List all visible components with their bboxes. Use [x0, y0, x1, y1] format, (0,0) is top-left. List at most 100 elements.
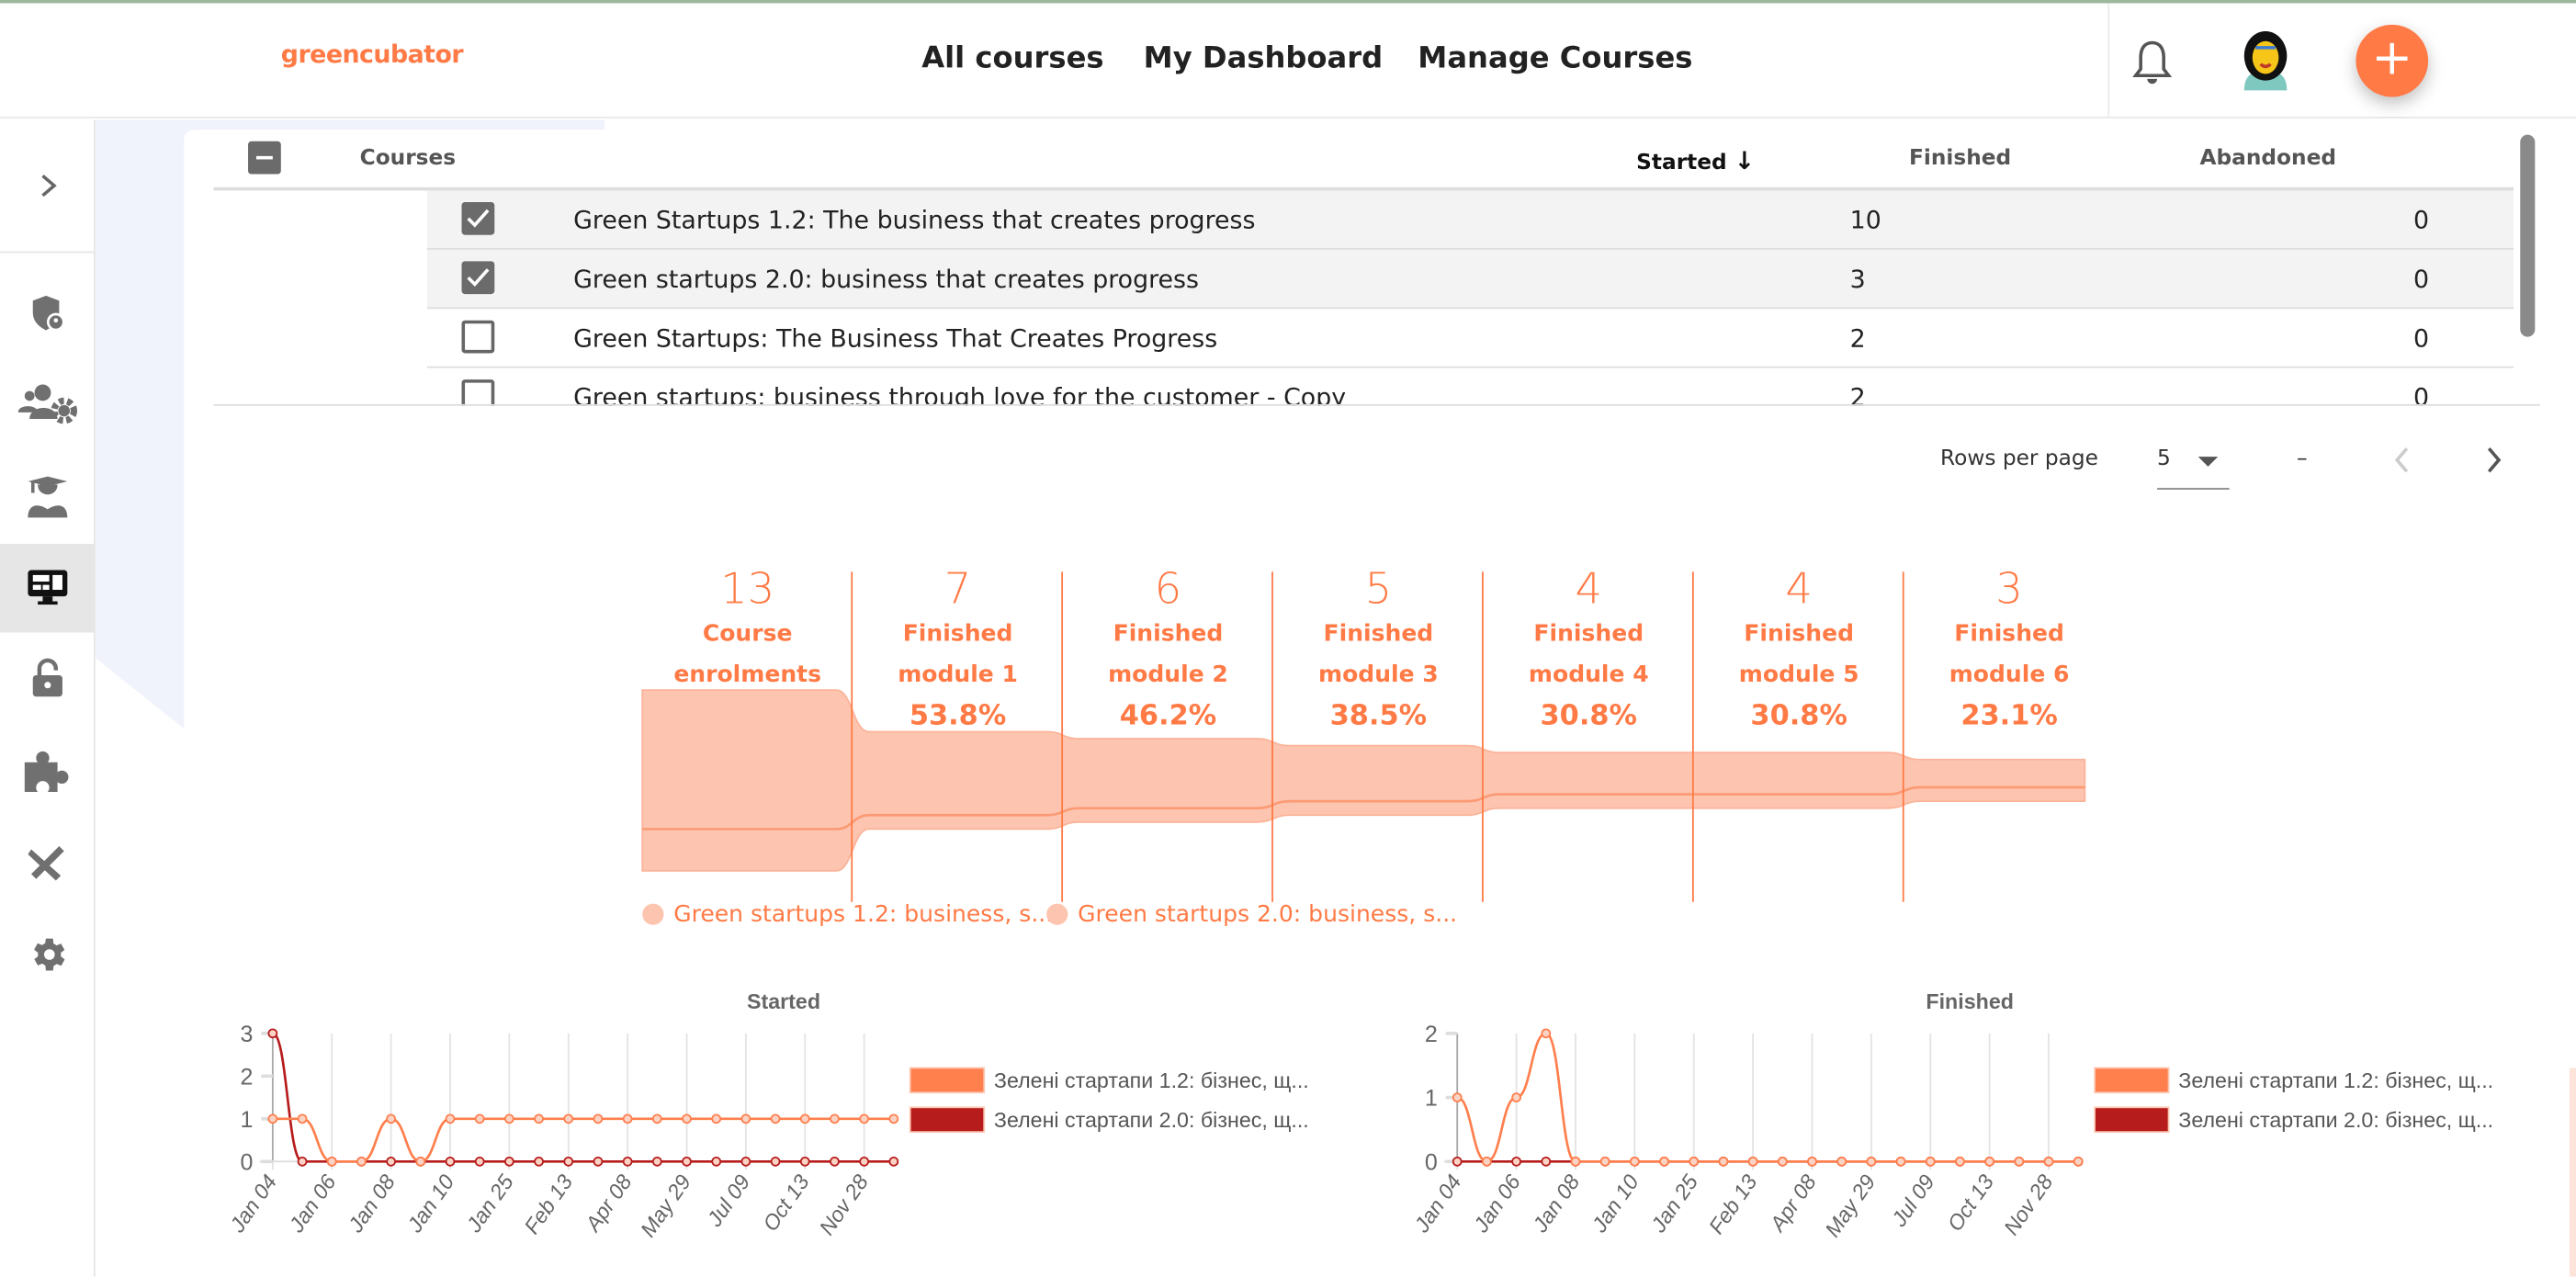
- data-point[interactable]: [1689, 1156, 1700, 1167]
- data-point[interactable]: [267, 1113, 278, 1124]
- series-line-2[interactable]: [272, 1032, 894, 1163]
- legend-swatch[interactable]: [909, 1106, 986, 1134]
- data-point[interactable]: [622, 1113, 633, 1124]
- data-point[interactable]: [563, 1156, 574, 1167]
- legend-label[interactable]: Зелені стартапи 1.2: бізнес, щ...: [2178, 1068, 2493, 1092]
- stage-divider: [1902, 571, 1904, 902]
- legend-label: Green startups 2.0: business, s...: [1078, 901, 1458, 929]
- data-point[interactable]: [1541, 1156, 1552, 1167]
- data-point[interactable]: [830, 1156, 840, 1167]
- data-point[interactable]: [740, 1113, 751, 1124]
- data-point[interactable]: [740, 1156, 751, 1167]
- stage-count: 7: [943, 565, 972, 615]
- data-point[interactable]: [830, 1113, 840, 1124]
- series-line-1[interactable]: [272, 1117, 894, 1163]
- data-point[interactable]: [1452, 1156, 1463, 1167]
- data-point[interactable]: [1452, 1092, 1463, 1102]
- data-point[interactable]: [2014, 1156, 2025, 1167]
- data-point[interactable]: [445, 1113, 456, 1124]
- y-tick-label: 2: [1425, 1022, 1438, 1047]
- data-point[interactable]: [770, 1113, 781, 1124]
- data-point[interactable]: [1511, 1156, 1521, 1167]
- data-point[interactable]: [651, 1113, 662, 1124]
- data-point[interactable]: [1570, 1156, 1581, 1167]
- data-point[interactable]: [711, 1113, 722, 1124]
- data-point[interactable]: [386, 1113, 396, 1124]
- data-point[interactable]: [1511, 1092, 1521, 1102]
- data-point[interactable]: [297, 1113, 308, 1124]
- data-point[interactable]: [267, 1028, 278, 1039]
- data-point[interactable]: [859, 1156, 870, 1167]
- data-point[interactable]: [445, 1156, 456, 1167]
- data-point[interactable]: [1482, 1156, 1492, 1167]
- x-tick-label: Feb 13: [519, 1170, 577, 1238]
- data-point[interactable]: [1541, 1028, 1552, 1039]
- data-point[interactable]: [563, 1113, 574, 1124]
- data-point[interactable]: [504, 1156, 514, 1167]
- data-point[interactable]: [1836, 1156, 1847, 1167]
- x-tick-label: Jan 06: [1468, 1170, 1525, 1237]
- y-tick-label: 2: [240, 1064, 253, 1090]
- stage-divider: [851, 571, 853, 902]
- data-point[interactable]: [622, 1156, 633, 1167]
- data-point[interactable]: [1629, 1156, 1640, 1167]
- x-tick-label: Oct 13: [758, 1170, 814, 1236]
- data-point[interactable]: [534, 1156, 544, 1167]
- x-tick-label: Nov 28: [815, 1170, 874, 1239]
- data-point[interactable]: [1807, 1156, 1817, 1167]
- data-point[interactable]: [888, 1156, 899, 1167]
- data-point[interactable]: [1955, 1156, 1965, 1167]
- funnel-legend-series-1[interactable]: Green startups 1.2: business, s...: [642, 902, 1053, 928]
- data-point[interactable]: [651, 1156, 662, 1167]
- data-point[interactable]: [799, 1113, 810, 1124]
- data-point[interactable]: [386, 1156, 396, 1167]
- data-point[interactable]: [593, 1156, 604, 1167]
- data-point[interactable]: [1659, 1156, 1669, 1167]
- y-tick-label: 1: [1425, 1086, 1438, 1112]
- data-point[interactable]: [682, 1156, 692, 1167]
- data-point[interactable]: [474, 1113, 485, 1124]
- data-point[interactable]: [888, 1113, 899, 1124]
- legend-swatch[interactable]: [909, 1067, 986, 1094]
- x-tick-label: Jul 09: [702, 1170, 754, 1232]
- data-point[interactable]: [2043, 1156, 2054, 1167]
- data-point[interactable]: [1866, 1156, 1877, 1167]
- y-tick-label: 1: [240, 1107, 253, 1133]
- stage-label-line2: module 5: [1738, 661, 1859, 689]
- data-point[interactable]: [474, 1156, 485, 1167]
- stage-count: 4: [1785, 565, 1813, 615]
- data-point[interactable]: [1777, 1156, 1788, 1167]
- data-point[interactable]: [356, 1156, 367, 1167]
- legend-swatch[interactable]: [2094, 1067, 2170, 1094]
- funnel-legend-series-2[interactable]: Green startups 2.0: business, s...: [1046, 901, 1458, 929]
- data-point[interactable]: [770, 1156, 781, 1167]
- stage-label-line2: module 4: [1528, 661, 1649, 689]
- data-point[interactable]: [326, 1156, 337, 1167]
- data-point[interactable]: [534, 1113, 544, 1124]
- data-point[interactable]: [1747, 1156, 1758, 1167]
- data-point[interactable]: [1984, 1156, 1994, 1167]
- data-point[interactable]: [1925, 1156, 1936, 1167]
- data-point[interactable]: [859, 1113, 870, 1124]
- data-point[interactable]: [799, 1156, 810, 1167]
- stage-percent: 53.8%: [909, 699, 1007, 733]
- funnel-chart: [641, 689, 2086, 872]
- data-point[interactable]: [682, 1113, 692, 1124]
- stage-count: 3: [1995, 565, 2023, 615]
- data-point[interactable]: [297, 1156, 308, 1167]
- y-tick-label: 0: [240, 1149, 253, 1175]
- series-line-1[interactable]: [1456, 1032, 2079, 1163]
- data-point[interactable]: [711, 1156, 722, 1167]
- data-point[interactable]: [504, 1113, 514, 1124]
- data-point[interactable]: [1718, 1156, 1729, 1167]
- data-point[interactable]: [1599, 1156, 1610, 1167]
- legend-label[interactable]: Зелені стартапи 2.0: бізнес, щ...: [2178, 1108, 2493, 1132]
- data-point[interactable]: [1895, 1156, 1906, 1167]
- data-point[interactable]: [593, 1113, 604, 1124]
- legend-swatch[interactable]: [2094, 1106, 2170, 1134]
- data-point[interactable]: [2073, 1156, 2084, 1167]
- x-tick-label: Jan 25: [461, 1170, 518, 1237]
- x-tick-label: Apr 08: [1764, 1170, 1821, 1237]
- stage-label-line1: Finished: [1323, 620, 1434, 648]
- data-point[interactable]: [415, 1156, 426, 1167]
